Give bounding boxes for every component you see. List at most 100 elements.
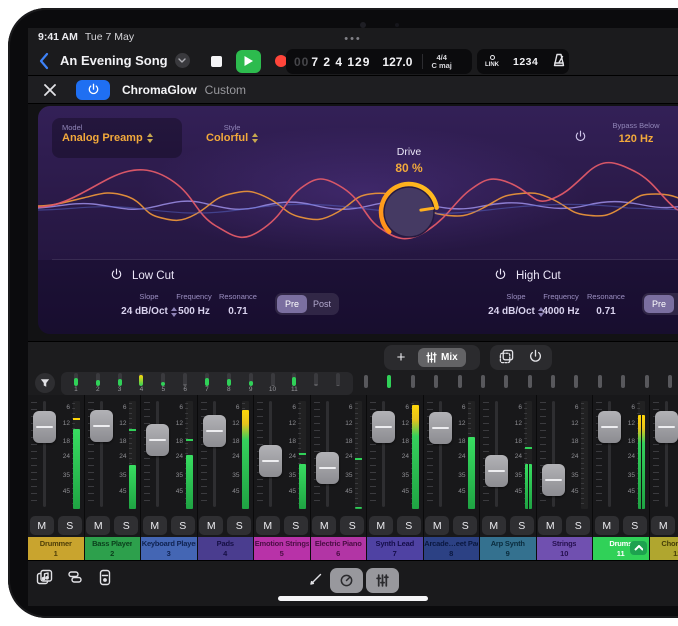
mute-button[interactable]: M (143, 516, 167, 535)
volume-fader[interactable] (33, 411, 56, 443)
mix-view-button[interactable]: Mix (418, 348, 466, 367)
track-label[interactable]: Arcade…eet Pad 8 (424, 537, 481, 560)
copy-settings-button[interactable] (499, 349, 514, 367)
overview-track[interactable]: 11 (286, 373, 302, 394)
track-label[interactable]: Keyboard Player 3 (141, 537, 198, 560)
overview-track[interactable]: 7 (199, 373, 215, 394)
overview-track-pill[interactable] (621, 375, 625, 388)
volume-fader[interactable] (372, 411, 395, 443)
volume-fader[interactable] (542, 464, 565, 496)
overview-track[interactable]: 2 (90, 373, 106, 394)
solo-button[interactable]: S (453, 516, 477, 535)
volume-fader[interactable] (655, 411, 678, 443)
overview-track[interactable]: 3 (112, 373, 128, 394)
metronome-button[interactable] (552, 53, 566, 70)
mute-button[interactable]: M (595, 516, 619, 535)
plugin-preset[interactable]: Custom (205, 83, 246, 97)
overview-track-pill[interactable] (551, 375, 555, 388)
add-track-button[interactable]: + (388, 349, 414, 366)
pre-segment[interactable]: Pre (277, 295, 307, 313)
solo-button[interactable]: S (58, 516, 82, 535)
faders-view-button[interactable] (366, 568, 399, 593)
style-selector[interactable]: Style Colorful (206, 123, 258, 144)
overview-track-pill[interactable] (434, 375, 438, 388)
level-control[interactable]: Level 0.5 (644, 121, 678, 145)
track-label[interactable]: Electric Piano 6 (311, 537, 368, 560)
overview-track-pill[interactable] (598, 375, 602, 388)
count-in-button[interactable]: 1234 (513, 56, 538, 68)
track-label[interactable]: Strings 10 (537, 537, 594, 560)
mute-button[interactable]: M (538, 516, 562, 535)
overview-track-pill[interactable] (504, 375, 508, 388)
volume-fader[interactable] (485, 455, 508, 487)
mute-button[interactable]: M (312, 516, 336, 535)
overview-track[interactable]: 1 (68, 373, 84, 394)
overview-track[interactable] (308, 373, 324, 386)
pre-segment[interactable]: Pre (644, 295, 674, 313)
overview-track-pill[interactable] (574, 375, 578, 388)
volume-fader[interactable] (146, 424, 169, 456)
overview-track[interactable]: 8 (221, 373, 237, 394)
song-title[interactable]: An Evening Song (60, 53, 168, 68)
stop-button[interactable] (204, 50, 229, 73)
overview-track-pill[interactable] (668, 375, 672, 388)
overview-track-pill[interactable] (481, 375, 485, 388)
track-label[interactable]: Bass Player 2 (85, 537, 142, 560)
volume-fader[interactable] (203, 415, 226, 447)
volume-fader[interactable] (259, 445, 282, 477)
overview-track[interactable]: 5 (155, 373, 171, 394)
solo-button[interactable]: S (397, 516, 421, 535)
track-label[interactable]: Synth Lead 7 (367, 537, 424, 560)
library-button[interactable] (36, 569, 53, 586)
post-segment[interactable]: Post (674, 295, 678, 313)
volume-fader[interactable] (90, 410, 113, 442)
mute-button[interactable]: M (30, 516, 54, 535)
track-label[interactable]: Chorus V 12 (650, 537, 678, 560)
mute-button[interactable]: M (86, 516, 110, 535)
volume-fader[interactable] (316, 452, 339, 484)
track-label[interactable]: Pads 4 (198, 537, 255, 560)
drive-knob[interactable] (377, 180, 441, 244)
solo-button[interactable]: S (510, 516, 534, 535)
mute-button[interactable]: M (651, 516, 675, 535)
expand-track-button[interactable] (630, 541, 647, 555)
track-label[interactable]: Drummer 1 (28, 537, 85, 560)
overview-track-pill[interactable] (528, 375, 532, 388)
solo-button[interactable]: S (340, 516, 364, 535)
volume-fader[interactable] (598, 411, 621, 443)
mute-button[interactable]: M (256, 516, 280, 535)
track-label[interactable]: Drums 11 (593, 537, 650, 560)
browser-button[interactable] (66, 569, 83, 586)
solo-button[interactable]: S (171, 516, 195, 535)
song-menu-button[interactable] (175, 53, 190, 68)
model-selector[interactable]: Model Analog Preamp (52, 118, 182, 158)
track-label[interactable]: Emotion Strings 5 (254, 537, 311, 560)
multitask-indicator[interactable]: ••• (344, 36, 362, 42)
play-button[interactable] (236, 50, 261, 73)
overview-track-pill[interactable] (458, 375, 462, 388)
filter-button[interactable] (35, 373, 55, 393)
overview-track[interactable]: 4 (133, 373, 149, 394)
overview-track[interactable]: 9 (243, 373, 259, 394)
solo-button[interactable]: S (114, 516, 138, 535)
mute-button[interactable]: M (425, 516, 449, 535)
mute-button[interactable]: M (369, 516, 393, 535)
solo-button[interactable]: S (284, 516, 308, 535)
solo-button[interactable]: S (566, 516, 590, 535)
channel-power-button[interactable] (528, 349, 543, 367)
solo-button[interactable]: S (227, 516, 251, 535)
overview-track[interactable] (330, 373, 346, 386)
link-button[interactable]: LINK (485, 55, 499, 68)
knobs-view-button[interactable] (330, 568, 363, 593)
solo-button[interactable]: S (623, 516, 647, 535)
overview-track-pill[interactable] (411, 375, 415, 388)
post-segment[interactable]: Post (307, 295, 337, 313)
back-button[interactable] (38, 51, 54, 71)
overview-track-pill[interactable] (645, 375, 649, 388)
overview-track[interactable]: 10 (265, 373, 281, 394)
home-indicator[interactable] (278, 596, 428, 601)
overview-track-pill[interactable] (387, 375, 391, 388)
low-cut-resonance[interactable]: Resonance 0.71 (210, 292, 266, 319)
high-cut-power-button[interactable] (494, 268, 507, 284)
close-plugin-button[interactable] (42, 82, 58, 98)
